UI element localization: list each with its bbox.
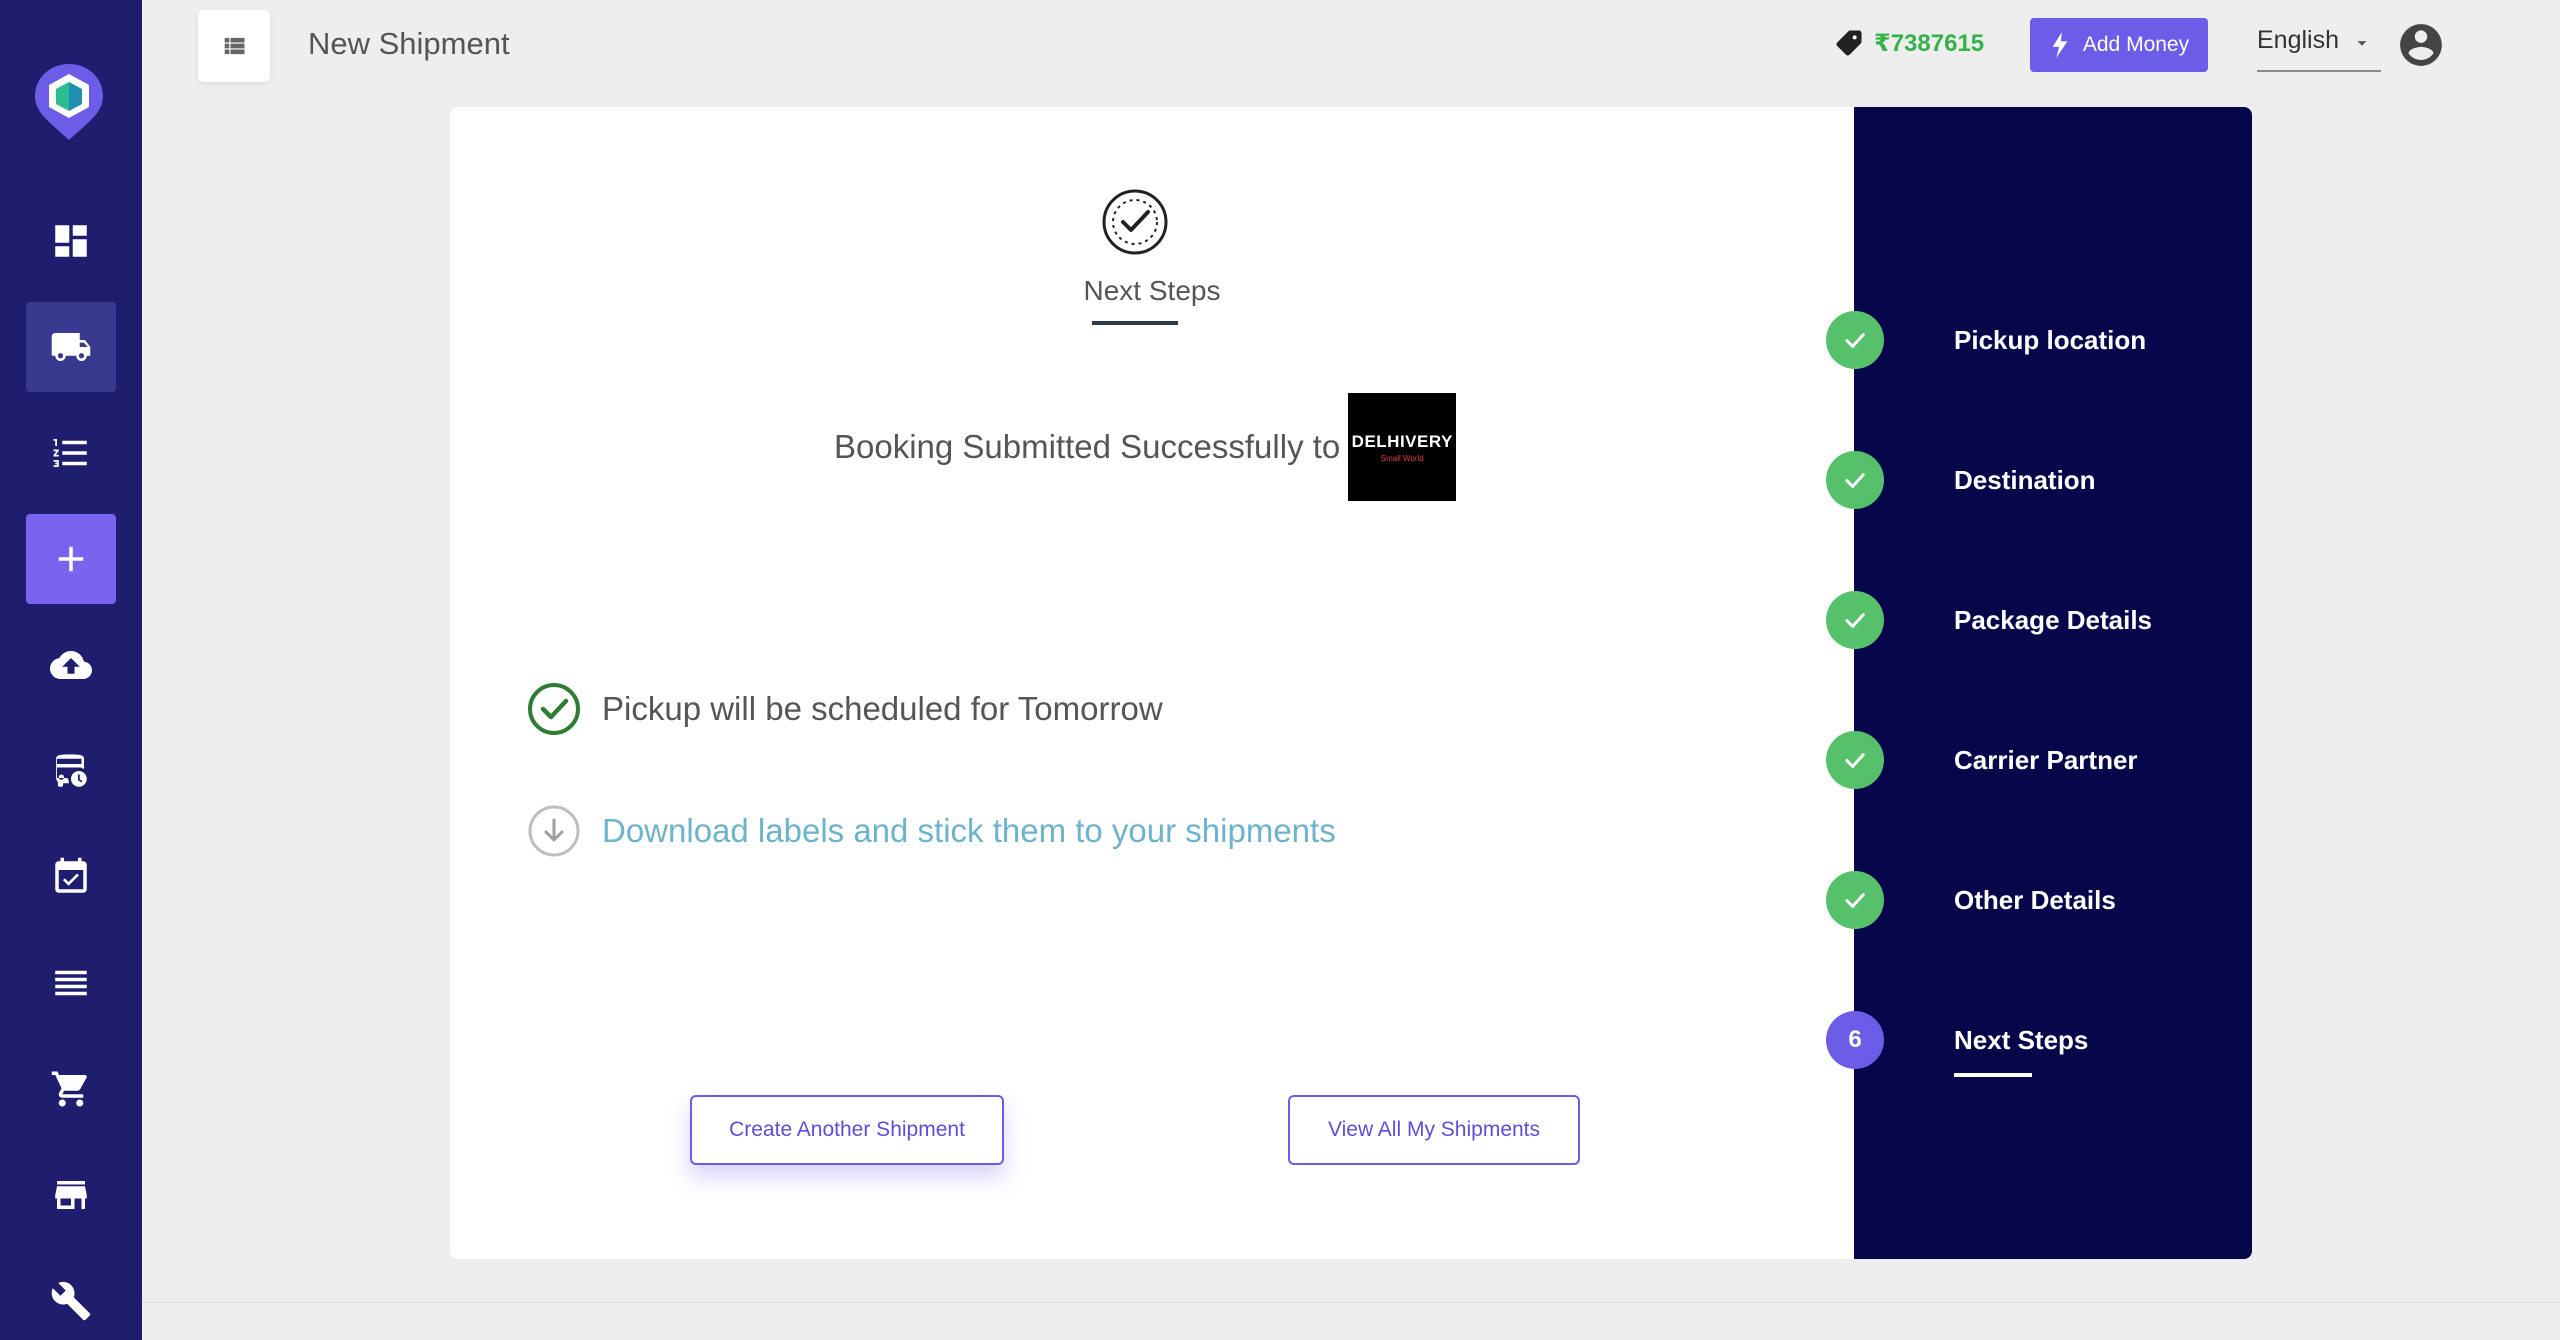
price-tag-icon [1836, 30, 1862, 56]
check-icon [1845, 613, 1865, 628]
sidebar [0, 0, 142, 1340]
check-icon [1845, 473, 1865, 488]
menu-toggle-button[interactable] [198, 10, 270, 82]
active-step-underline [1954, 1073, 2032, 1077]
rows-icon [55, 970, 87, 996]
language-value: English [2257, 26, 2339, 54]
sidebar-item-upload[interactable] [26, 620, 116, 710]
account-icon[interactable] [2396, 20, 2446, 70]
check-icon [1845, 333, 1865, 348]
truck-icon [51, 333, 91, 361]
carrier-logo-tagline: Small World [1380, 453, 1424, 463]
step-label: Destination [1954, 465, 2096, 495]
create-another-shipment-button[interactable]: Create Another Shipment [690, 1095, 1004, 1165]
step-done-dot [1826, 451, 1884, 509]
add-money-label: Add Money [2082, 33, 2190, 56]
store-icon [55, 1181, 87, 1209]
check-circle-icon [528, 683, 580, 735]
page-title: New Shipment [308, 26, 510, 61]
carrier-logo: DELHIVERY Small World [1348, 393, 1457, 501]
plus-icon [58, 546, 84, 572]
calendar-check-icon [55, 857, 87, 893]
step-label: Package Details [1954, 605, 2153, 635]
sidebar-item-dashboard[interactable] [26, 196, 116, 286]
wrench-icon [51, 1281, 91, 1321]
sidebar-item-tools[interactable] [26, 1256, 116, 1340]
pickup-schedule-text: Pickup will be scheduled for Tomorrow [602, 690, 1163, 727]
carrier-logo-name: DELHIVERY [1351, 431, 1453, 451]
step-label: Pickup location [1954, 325, 2147, 355]
wallet-balance[interactable]: ₹7387615 [1834, 28, 1984, 58]
booking-message: Booking Submitted Successfully to [834, 428, 1341, 465]
check-icon [1845, 753, 1865, 768]
sidebar-item-reports[interactable] [26, 938, 116, 1028]
step-done-dot [1826, 731, 1884, 789]
check-circle-icon [1102, 189, 1168, 255]
sidebar-item-store[interactable] [26, 1150, 116, 1240]
view-all-shipments-button[interactable]: View All My Shipments [1288, 1095, 1580, 1165]
sidebar-item-cart[interactable] [26, 1044, 116, 1134]
step-done-dot [1826, 871, 1884, 929]
heading-underline [1092, 321, 1178, 325]
app-root: New Shipment ₹7387615 Add Money English [0, 0, 2560, 1340]
step-done-dot [1826, 311, 1884, 369]
dashboard-icon [55, 225, 87, 257]
step-other-details[interactable]: Other Details [1826, 871, 2252, 931]
sidebar-item-new-shipment[interactable] [26, 514, 116, 604]
step-label: Next Steps [1954, 1025, 2089, 1055]
wallet-amount: ₹7387615 [1874, 29, 1985, 57]
brand-logo-icon[interactable] [33, 62, 105, 142]
download-labels-text[interactable]: Download labels and stick them to your s… [602, 812, 1336, 850]
step-carrier-partner[interactable]: Carrier Partner [1826, 731, 2252, 791]
cart-icon [51, 1071, 87, 1107]
lightning-icon [2052, 32, 2068, 58]
step-label: Other Details [1954, 885, 2116, 915]
next-steps-heading: Next Steps [1083, 275, 1221, 306]
topbar: New Shipment ₹7387615 Add Money English [142, 0, 2560, 100]
download-labels-link[interactable]: Download labels and stick them to your s… [526, 803, 1336, 859]
step-package-details[interactable]: Package Details [1826, 591, 2252, 651]
check-icon [1845, 893, 1865, 908]
sidebar-item-calendar[interactable] [26, 832, 116, 922]
next-steps-card: Next Steps Booking Submitted Successfull… [450, 107, 1854, 1259]
step-next-steps[interactable]: 6 Next Steps [1826, 1011, 2252, 1077]
add-money-button[interactable]: Add Money [2030, 18, 2208, 72]
pickup-schedule-info: Pickup will be scheduled for Tomorrow [526, 681, 1163, 737]
download-circle-icon [528, 805, 580, 857]
booking-confirmation: Booking Submitted Successfully to DELHIV… [834, 393, 1457, 501]
language-select[interactable]: English [2257, 26, 2381, 72]
cloud-upload-icon [50, 651, 92, 679]
step-done-dot [1826, 591, 1884, 649]
step-destination[interactable]: Destination [1826, 451, 2252, 511]
bus-clock-icon [56, 754, 87, 787]
sidebar-item-shipments[interactable] [26, 302, 116, 392]
chevron-down-icon [2357, 41, 2367, 46]
step-current-dot: 6 [1826, 1011, 1884, 1069]
sidebar-item-orders-list[interactable] [26, 408, 116, 498]
step-label: Carrier Partner [1954, 745, 2138, 775]
list-icon [53, 439, 87, 467]
progress-stepper: Pickup location Destination Package Deta… [1826, 107, 2252, 1259]
footer-divider [142, 1302, 2560, 1303]
step-pickup-location[interactable]: Pickup location [1826, 311, 2252, 371]
menu-list-icon [224, 37, 245, 55]
sidebar-item-scheduled-transport[interactable] [26, 726, 116, 816]
